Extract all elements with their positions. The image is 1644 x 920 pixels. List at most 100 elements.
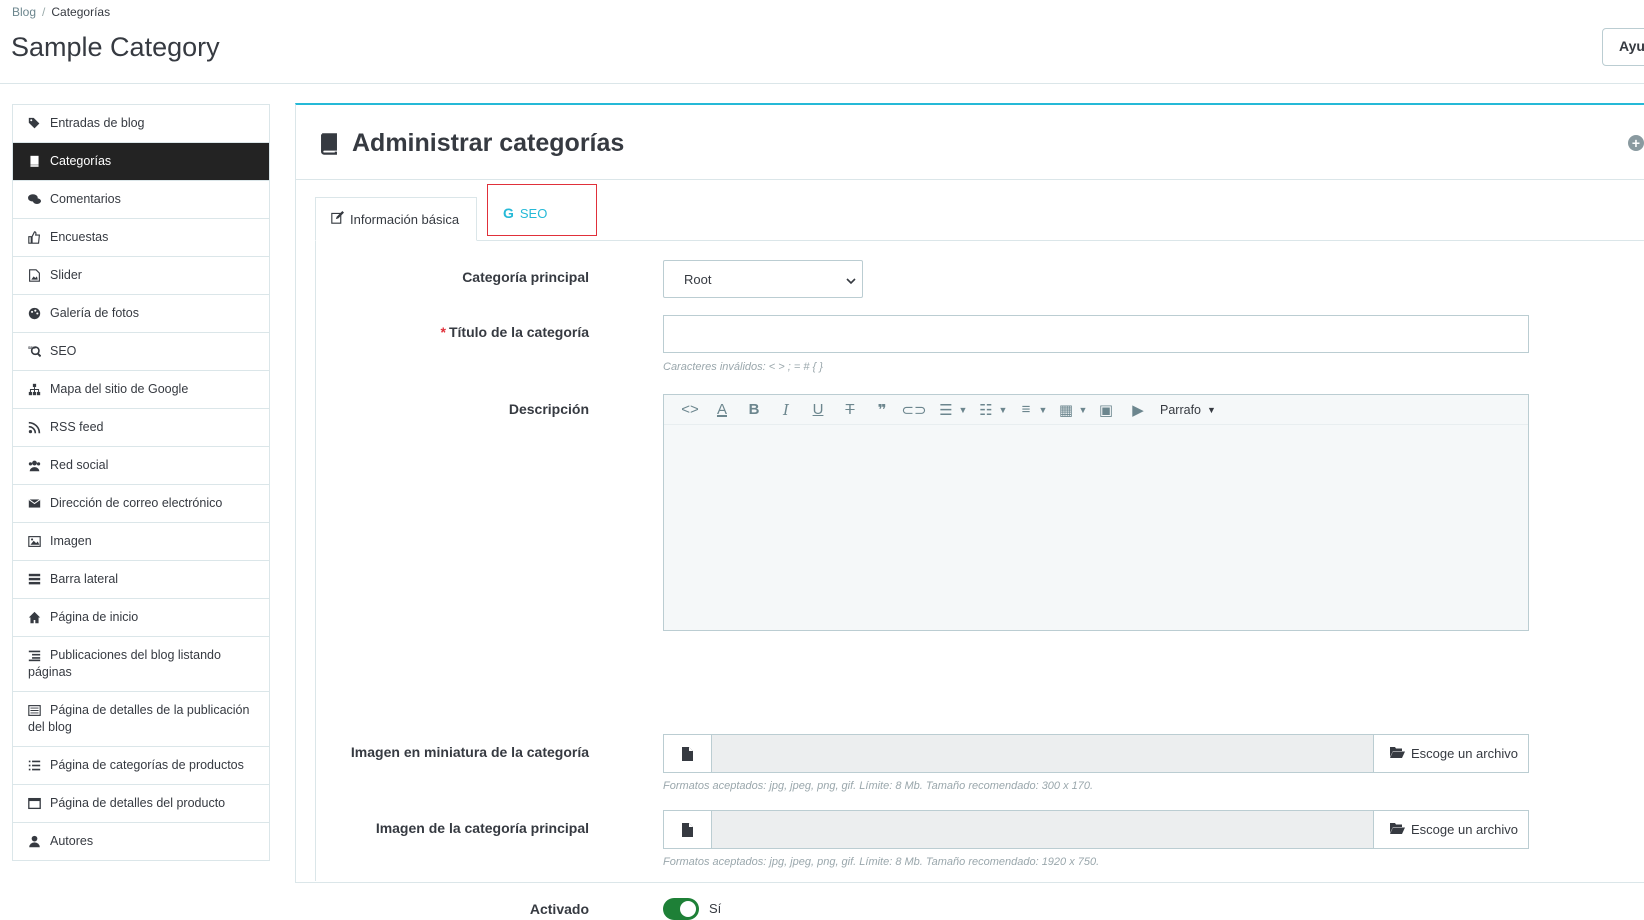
bold-icon[interactable]: B [738, 398, 770, 422]
sidebar-item-label: Dirección de correo electrónico [50, 496, 223, 510]
align-caret-icon[interactable]: ▼ [956, 398, 970, 422]
sidebar-item-pagina-de-categorias-de-productos[interactable]: Página de categorías de productos [13, 747, 269, 785]
category-title-label-text: Título de la categoría [448, 324, 589, 340]
sidebar-item-mapa-del-sitio-de-google[interactable]: Mapa del sitio de Google [13, 371, 269, 409]
folder-open-icon [1390, 746, 1405, 761]
sidebar-icon [28, 571, 46, 588]
panel-title: Administrar categorías [352, 129, 625, 157]
rss-icon [28, 419, 46, 436]
sidebar-item-pagina-de-detalles-de-la-publicacion-del-blog[interactable]: Página de detalles de la publicación del… [13, 692, 269, 747]
sidebar-item-encuestas[interactable]: Encuestas [13, 219, 269, 257]
thumbnail-file-name [712, 735, 1373, 772]
main-image-file-input[interactable]: Escoge un archivo [663, 810, 1529, 849]
thumbnail-help: Formatos aceptados: jpg, jpeg, png, gif.… [663, 780, 1094, 792]
list-alt-icon [28, 702, 46, 719]
chevron-down-icon [846, 274, 856, 289]
sidebar-item-direccion-de-correo-electronico[interactable]: Dirección de correo electrónico [13, 485, 269, 523]
sidebar-item-label: Barra lateral [50, 572, 119, 586]
svg-text:SEO: SEO [28, 346, 36, 350]
sidebar-item-barra-lateral[interactable]: Barra lateral [13, 561, 269, 599]
page-header: Blog / Categorías Sample Category Ayu [0, 0, 1644, 84]
sidebar-item-entradas-de-blog[interactable]: Entradas de blog [13, 105, 269, 143]
sidebar-item-comentarios[interactable]: Comentarios [13, 181, 269, 219]
code-view-icon[interactable]: <> [674, 398, 706, 422]
manage-categories-panel: Administrar categorías + Información bás… [295, 103, 1644, 920]
parent-category-select[interactable]: Root [663, 260, 863, 298]
thumbnail-choose-file-label: Escoge un archivo [1411, 746, 1518, 761]
thumbnail-label: Imagen en miniatura de la categoría [350, 744, 589, 760]
sidebar-item-autores[interactable]: Autores [13, 823, 269, 861]
sidebar-item-seo[interactable]: SEO SEO [13, 333, 269, 371]
category-title-label: * Título de la categoría [441, 324, 589, 340]
sidebar-item-label: Red social [50, 458, 109, 472]
enabled-label: Activado [529, 901, 589, 917]
insert-video-icon[interactable]: ▶ [1122, 398, 1154, 422]
sidebar-item-red-social[interactable]: Red social [13, 447, 269, 485]
sidebar-item-label: Página de inicio [50, 610, 139, 624]
main-image-label: Imagen de la categoría principal [375, 820, 589, 836]
sidebar-item-label: Página de categorías de productos [50, 758, 244, 772]
sidebar-item-label: Slider [50, 268, 82, 282]
sidebar-item-galeria-de-fotos[interactable]: Galería de fotos [13, 295, 269, 333]
sidebar-item-rss-feed[interactable]: RSS feed [13, 409, 269, 447]
underline-icon[interactable]: U [802, 398, 834, 422]
sidebar-item-label: Comentarios [50, 192, 121, 206]
enabled-value-label: Sí [709, 901, 722, 916]
category-title-help: Caracteres inválidos: < > ; = # { } [663, 361, 823, 373]
list-indent-icon [28, 647, 46, 664]
thumbs-up-icon [28, 229, 46, 246]
link-icon[interactable]: ⊂⊃ [898, 398, 930, 422]
sidebar-item-label: Mapa del sitio de Google [50, 382, 189, 396]
envelope-icon [28, 495, 46, 512]
sidebar-item-pagina-de-detalles-del-producto[interactable]: Página de detalles del producto [13, 785, 269, 823]
help-button[interactable]: Ayu [1602, 28, 1644, 66]
sitemap-icon [28, 381, 46, 398]
blockquote-icon[interactable]: ❞ [866, 398, 898, 422]
sidebar-item-label: Galería de fotos [50, 306, 139, 320]
sidebar-item-label: Autores [50, 834, 94, 848]
italic-icon[interactable]: I [770, 398, 802, 422]
numbered-caret-icon[interactable]: ▼ [1036, 398, 1050, 422]
window-icon [28, 795, 46, 812]
description-editor: <> A B I U T ❞ ⊂⊃ ☰ ▼ ☷ ▼ ≡ ▼ ▦ ▼ ▣ ▶ Pa… [663, 394, 1529, 631]
add-circle-icon[interactable]: + [1628, 135, 1644, 151]
user-icon [28, 833, 46, 850]
tab-bar: Información básica G SEO [315, 184, 1644, 241]
main-image-choose-file-button[interactable]: Escoge un archivo [1373, 811, 1528, 848]
thumbnail-choose-file-button[interactable]: Escoge un archivo [1373, 735, 1528, 772]
thumbnail-file-input[interactable]: Escoge un archivo [663, 734, 1529, 773]
page-title: Sample Category [11, 32, 220, 62]
paragraph-format-dropdown[interactable]: Parrafo ▼ [1154, 403, 1222, 417]
paragraph-caret-icon: ▼ [1207, 404, 1216, 415]
palette-icon [28, 305, 46, 322]
book-icon [318, 133, 340, 160]
category-title-input[interactable] [663, 315, 1529, 353]
strikethrough-icon[interactable]: T [834, 398, 866, 422]
sidebar-item-slider[interactable]: Slider [13, 257, 269, 295]
panel-header: Administrar categorías + [296, 105, 1644, 180]
required-mark: * [440, 324, 446, 340]
file-image-icon [28, 267, 46, 284]
sidebar-item-publicaciones-del-blog-listando-paginas[interactable]: Publicaciones del blog listando páginas [13, 637, 269, 692]
sidebar-item-label: SEO [50, 344, 77, 358]
editor-content-area[interactable] [664, 425, 1528, 630]
breadcrumb: Blog / Categorías [12, 5, 110, 19]
tab-basic-info[interactable]: Información básica [315, 197, 477, 241]
sidebar-item-label: Página de detalles del producto [50, 796, 226, 810]
tab-seo[interactable]: G SEO [487, 184, 597, 236]
file-icon [664, 735, 712, 772]
google-icon: G [503, 205, 514, 221]
sidebar-item-categorias[interactable]: Categorías [13, 143, 269, 181]
table-caret-icon[interactable]: ▼ [1076, 398, 1090, 422]
sidebar-item-imagen[interactable]: Imagen [13, 523, 269, 561]
sidebar-item-pagina-de-inicio[interactable]: Página de inicio [13, 599, 269, 637]
home-icon [28, 609, 46, 626]
tab-basic-info-label: Información básica [350, 211, 460, 227]
bullet-caret-icon[interactable]: ▼ [996, 398, 1010, 422]
font-color-icon[interactable]: A [706, 398, 738, 422]
insert-image-icon[interactable]: ▣ [1090, 398, 1122, 422]
toggle-knob [680, 901, 696, 917]
breadcrumb-parent-link[interactable]: Blog [12, 5, 36, 19]
paragraph-format-label: Parrafo [1160, 402, 1201, 417]
enabled-toggle[interactable] [663, 898, 699, 920]
